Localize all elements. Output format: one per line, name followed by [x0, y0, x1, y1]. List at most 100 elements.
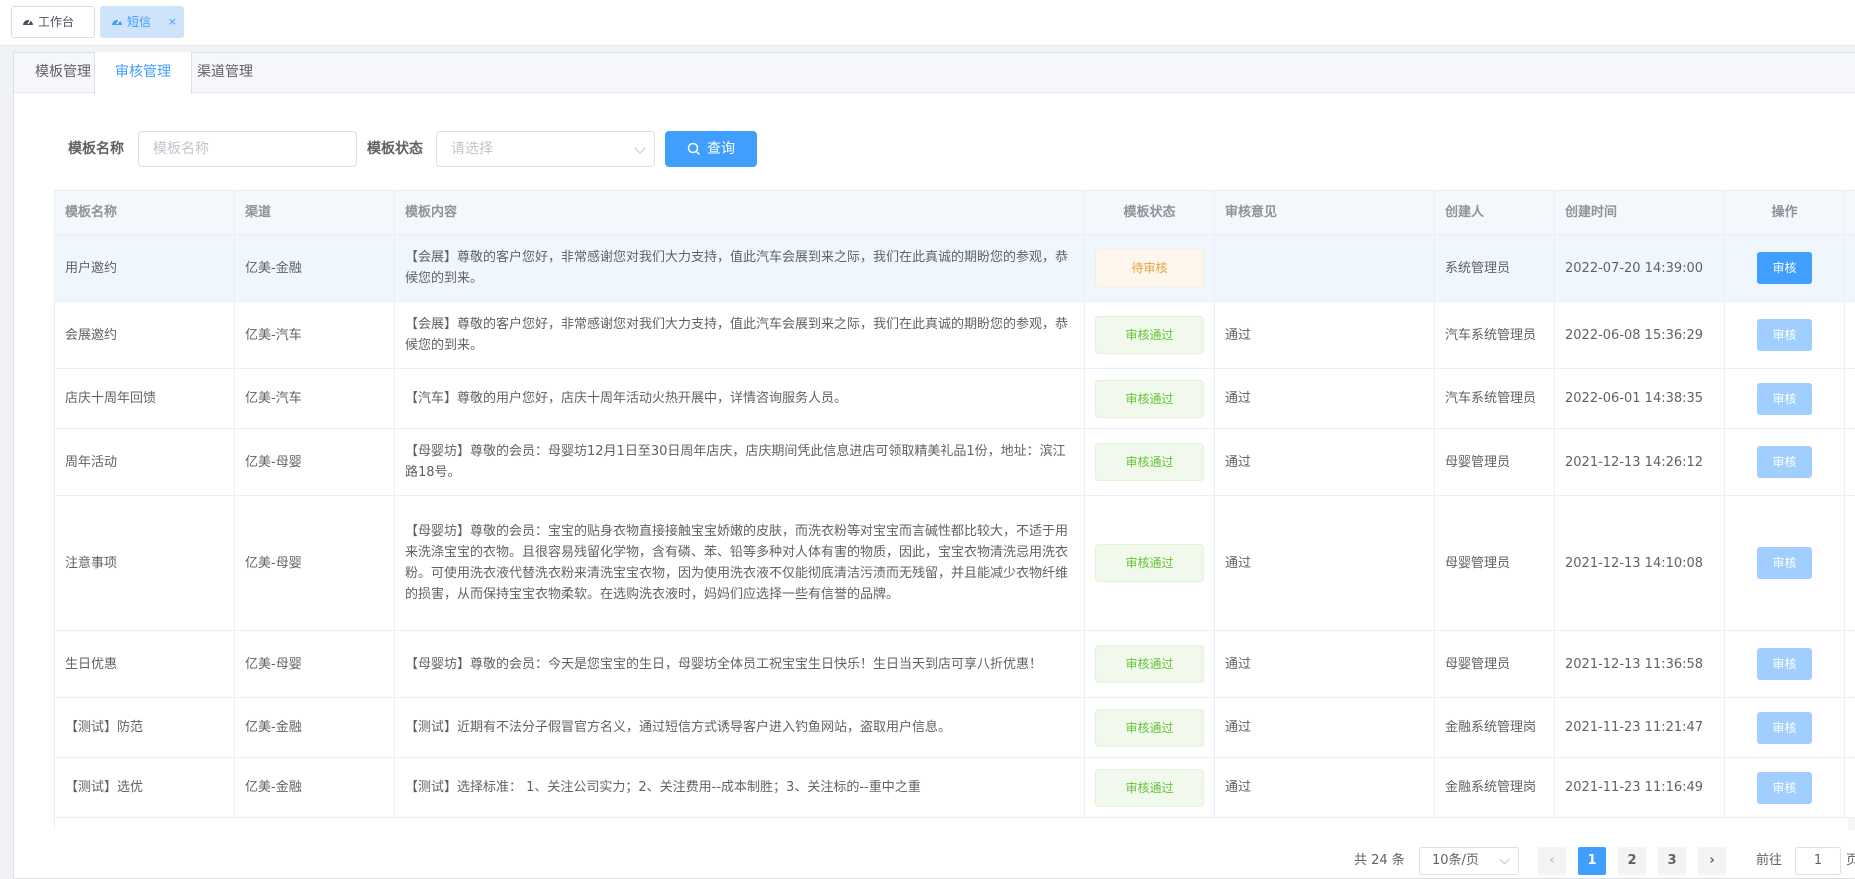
- col-created-time-cell: 2021-11-23 11:16:49: [1555, 758, 1725, 817]
- audit-button[interactable]: 审核: [1757, 446, 1812, 478]
- col-opinion-text: 通过: [1225, 780, 1252, 795]
- col-channel-text: 亿美-母婴: [245, 454, 302, 470]
- table-row[interactable]: 用户邀约 亿美-金融 【会展】尊敬的客户您好，非常感谢您对我们大力支持，值此汽车会展…: [55, 235, 1855, 302]
- search-form: 模板名称 模板名称 模板状态 请选择 查询: [14, 131, 1855, 169]
- status-badge: 审核通过: [1095, 544, 1204, 582]
- col-status-cell: 审核通过: [1085, 369, 1215, 428]
- col-opinion-text: 通过: [1225, 327, 1252, 343]
- col-status-cell: 待审核: [1085, 235, 1215, 301]
- col-status-cell: 审核通过: [1085, 631, 1215, 697]
- table-row[interactable]: 周年活动 亿美-母婴 【母婴坊】尊敬的会员：母婴坊12月1日至30日周年店庆，店庆期…: [55, 429, 1855, 496]
- table-row[interactable]: 注意事项 亿美-母婴 【母婴坊】尊敬的会员：宝宝的贴身衣物直接接触宝宝娇嫩的皮肤，而…: [55, 496, 1855, 631]
- col-created-time-text: 2021-12-13 14:26:12: [1565, 454, 1704, 470]
- col-created-time-text: 2021-12-13 11:36:58: [1565, 656, 1704, 672]
- template-status-select[interactable]: 请选择: [436, 131, 655, 167]
- audit-button[interactable]: 审核: [1757, 711, 1812, 744]
- col-status-cell: 审核通过: [1085, 758, 1215, 817]
- col-content-text: 【母婴坊】尊敬的会员：今天是您宝宝的生日，母婴坊全体员工祝宝宝生日快乐！生日当天…: [405, 656, 1043, 672]
- col-status-cell: 审核通过: [1085, 496, 1215, 630]
- col-channel-text: 亿美-汽车: [245, 391, 302, 406]
- table-row[interactable]: 【测试】选优 亿美-金融 【测试】选择标准： 1、关注公司实力；2、关注费用--成本…: [55, 758, 1855, 818]
- col-creator-text: 汽车系统管理员: [1445, 391, 1537, 406]
- audit-button[interactable]: 审核: [1757, 771, 1812, 804]
- col-status-cell: 审核通过: [1085, 429, 1215, 495]
- col-created-time-text: 2022-06-01 14:38:35: [1565, 391, 1704, 406]
- audit-button[interactable]: 审核: [1757, 252, 1812, 284]
- col-creator-cell: 母婴管理员: [1435, 496, 1555, 630]
- close-icon[interactable]: ×: [168, 7, 177, 37]
- col-channel-cell: 亿美-母婴: [235, 496, 395, 630]
- col-channel-text: 亿美-汽车: [245, 327, 302, 343]
- tab-channel-management[interactable]: 渠道管理: [176, 52, 274, 93]
- dashboard-icon: [112, 19, 122, 25]
- audit-button[interactable]: 审核: [1757, 319, 1812, 351]
- tag-label: 工作台: [38, 15, 75, 29]
- status-badge: 审核通过: [1095, 443, 1204, 481]
- col-opinion-text: 通过: [1225, 720, 1252, 735]
- col-opinion-header: 审核意见: [1215, 191, 1435, 234]
- col-created-time-header: 创建时间: [1555, 191, 1725, 234]
- col-template-name-text: 生日优惠: [65, 656, 118, 672]
- col-content-text: 【会展】尊敬的客户您好，非常感谢您对我们大力支持，值此汽车会展到来之际，我们在此…: [405, 250, 1069, 286]
- status-badge: 审核通过: [1095, 645, 1204, 683]
- col-template-name-text: 【测试】防范: [65, 720, 144, 735]
- query-button[interactable]: 查询: [665, 131, 757, 167]
- col-creator-cell: 金融系统管理岗: [1435, 758, 1555, 817]
- page-button-2[interactable]: 2: [1618, 847, 1646, 875]
- col-action-cell: 审核: [1725, 698, 1845, 757]
- col-opinion-text: 通过: [1225, 454, 1252, 470]
- page-button-3[interactable]: 3: [1658, 847, 1686, 875]
- col-created-time-cell: 2021-11-23 11:21:47: [1555, 698, 1725, 757]
- select-placeholder: 请选择: [451, 141, 493, 157]
- col-action-cell: 审核: [1725, 429, 1845, 495]
- page-size-select[interactable]: 10条/页: [1419, 847, 1519, 875]
- audit-button[interactable]: 审核: [1757, 382, 1812, 415]
- tag-workbench[interactable]: 工作台: [11, 6, 95, 38]
- col-template-name-text: 店庆十周年回馈: [65, 391, 157, 406]
- col-template-name-text: 用户邀约: [65, 260, 118, 276]
- table-row[interactable]: 【测试】防范 亿美-金融 【测试】近期有不法分子假冒官方名义，通过短信方式诱导客户进…: [55, 698, 1855, 758]
- col-opinion-cell: [1215, 235, 1435, 301]
- col-channel-cell: 亿美-母婴: [235, 429, 395, 495]
- audit-button[interactable]: 审核: [1757, 648, 1812, 680]
- audit-button[interactable]: 审核: [1757, 547, 1812, 579]
- col-created-time-text: 2021-11-23 11:16:49: [1565, 780, 1704, 795]
- col-opinion-text: 通过: [1225, 555, 1252, 571]
- col-template-name-header: 模板名称: [55, 191, 235, 234]
- col-created-time-cell: 2021-12-13 14:10:08: [1555, 496, 1725, 630]
- col-created-time-text: 2022-06-08 15:36:29: [1565, 327, 1704, 343]
- pagination-total: 共 24 条: [1354, 853, 1405, 868]
- col-opinion-cell: 通过: [1215, 496, 1435, 630]
- col-created-time-cell: 2021-12-13 14:26:12: [1555, 429, 1725, 495]
- col-channel-cell: 亿美-母婴: [235, 631, 395, 697]
- chevron-down-icon: [1499, 854, 1510, 865]
- main-card: 模板管理 审核管理 渠道管理 模板名称 模板名称 模板状态 请选择 查询 模板名…: [13, 52, 1855, 879]
- col-creator-text: 汽车系统管理员: [1445, 327, 1537, 343]
- col-action-cell: 审核: [1725, 302, 1845, 368]
- col-content-cell: 【母婴坊】尊敬的会员：今天是您宝宝的生日，母婴坊全体员工祝宝宝生日快乐！生日当天…: [395, 631, 1085, 697]
- col-template-name-cell: 【测试】防范: [55, 698, 235, 757]
- tag-sms[interactable]: 短信 ×: [100, 6, 184, 38]
- col-creator-header: 创建人: [1435, 191, 1555, 234]
- col-creator-text: 母婴管理员: [1445, 454, 1511, 470]
- col-channel-cell: 亿美-汽车: [235, 369, 395, 428]
- table-row[interactable]: 会展邀约 亿美-汽车 【会展】尊敬的客户您好，非常感谢您对我们大力支持，值此汽车会展…: [55, 302, 1855, 369]
- tags-view-bar: 工作台 短信 ×: [0, 0, 1855, 46]
- col-channel-cell: 亿美-金融: [235, 758, 395, 817]
- col-template-name-cell: 【测试】选优: [55, 758, 235, 817]
- col-content-text: 【母婴坊】尊敬的会员：宝宝的贴身衣物直接接触宝宝娇嫩的皮肤，而洗衣粉等对宝宝而言…: [405, 524, 1069, 602]
- table-row[interactable]: 生日优惠 亿美-母婴 【母婴坊】尊敬的会员：今天是您宝宝的生日，母婴坊全体员工祝宝宝…: [55, 631, 1855, 698]
- query-label: 查询: [707, 141, 735, 157]
- template-status-label: 模板状态: [367, 141, 423, 157]
- col-template-name-cell: 周年活动: [55, 429, 235, 495]
- goto-page-input[interactable]: 1: [1795, 847, 1841, 875]
- prev-page-button[interactable]: ‹: [1538, 847, 1566, 875]
- page-button-1[interactable]: 1: [1578, 847, 1606, 875]
- col-opinion-cell: 通过: [1215, 302, 1435, 368]
- status-badge: 审核通过: [1095, 316, 1204, 354]
- col-creator-cell: 汽车系统管理员: [1435, 369, 1555, 428]
- table-row[interactable]: 店庆十周年回馈 亿美-汽车 【汽车】尊敬的用户您好，店庆十周年活动火热开展中，详情咨…: [55, 369, 1855, 429]
- next-page-button[interactable]: ›: [1698, 847, 1726, 875]
- col-content-text: 【测试】近期有不法分子假冒官方名义，通过短信方式诱导客户进入钓鱼网站，盗取用户信…: [405, 720, 952, 735]
- template-name-input[interactable]: 模板名称: [138, 131, 357, 167]
